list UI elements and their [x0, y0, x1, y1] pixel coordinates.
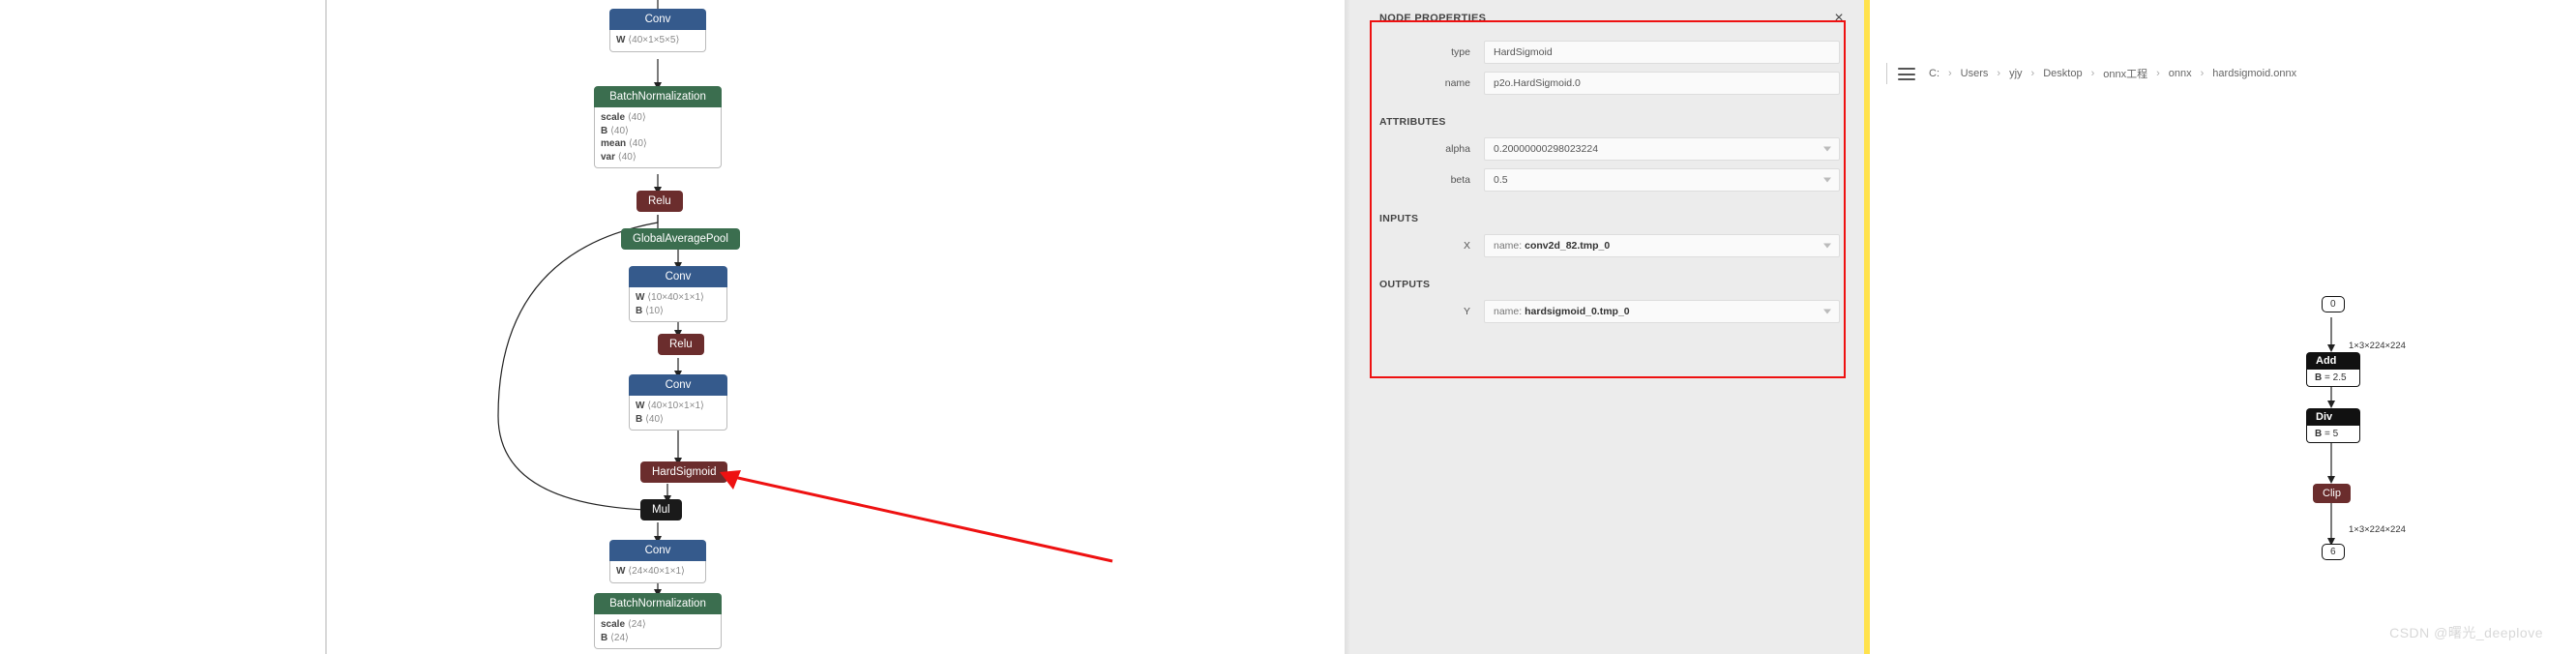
prop-value-y[interactable]: name: hardsigmoid_0.tmp_0 [1484, 300, 1840, 323]
chevron-right-icon: › [2031, 68, 2035, 79]
node-title: Conv [609, 540, 706, 561]
io-label: 0 [2322, 296, 2345, 312]
node-relu-2[interactable]: Relu [658, 334, 704, 355]
node-globalaveragepool[interactable]: GlobalAveragePool [621, 228, 740, 250]
chevron-right-icon: › [2201, 68, 2205, 79]
crumb[interactable]: onnx [2169, 68, 2192, 79]
panel-title: NODE PROPERTIES [1379, 13, 1486, 24]
node-batchnorm-2[interactable]: BatchNormalization scale ⟨24⟩ B ⟨24⟩ [594, 593, 722, 649]
left-graph-panel: Conv W ⟨40×1×5×5⟩ BatchNormalization sca… [0, 0, 1345, 654]
chevron-right-icon: › [2091, 68, 2095, 79]
crumb[interactable]: Desktop [2043, 68, 2082, 79]
node-conv-2[interactable]: Conv W ⟨10×40×1×1⟩ B ⟨10⟩ [629, 266, 727, 322]
right-node-add[interactable]: Add B = 2.5 [2306, 352, 2360, 387]
node-attrs: W ⟨24×40×1×1⟩ [609, 561, 706, 583]
node-title: Conv [629, 374, 727, 396]
section-outputs: OUTPUTS [1345, 261, 1867, 296]
chevron-right-icon: › [2156, 68, 2160, 79]
breadcrumb[interactable]: C: › Users › yjy › Desktop › onnx工程 › onnx › h… [1929, 66, 2296, 81]
tensor-shape: 1×3×224×224 [2349, 341, 2406, 351]
node-attrs: B = 5 [2306, 426, 2360, 443]
node-mul[interactable]: Mul [640, 499, 682, 520]
node-hardsigmoid[interactable]: HardSigmoid [640, 461, 727, 483]
node-conv-3[interactable]: Conv W ⟨40×10×1×1⟩ B ⟨40⟩ [629, 374, 727, 431]
node-attrs: W ⟨40×1×5×5⟩ [609, 30, 706, 52]
vertical-divider [325, 0, 327, 654]
prop-label-beta: beta [1379, 174, 1484, 186]
node-attrs: B = 2.5 [2306, 370, 2360, 387]
node-title: GlobalAveragePool [621, 228, 740, 250]
prop-value-name[interactable]: p2o.HardSigmoid.0 [1484, 72, 1840, 95]
prop-value-x[interactable]: name: conv2d_82.tmp_0 [1484, 234, 1840, 257]
crumb[interactable]: Users [1961, 68, 1989, 79]
io-label: 6 [2322, 544, 2345, 560]
crumb[interactable]: hardsigmoid.onnx [2212, 68, 2296, 79]
graph-edges [329, 0, 1345, 654]
close-icon[interactable]: × [1834, 10, 1844, 27]
node-batchnorm-1[interactable]: BatchNormalization scale ⟨40⟩ B ⟨40⟩ mea… [594, 86, 722, 168]
prop-label-x: X [1379, 240, 1484, 252]
node-title: Relu [658, 334, 704, 355]
node-title: Conv [609, 9, 706, 30]
prop-label-alpha: alpha [1379, 143, 1484, 155]
right-node-div[interactable]: Div B = 5 [2306, 408, 2360, 443]
node-relu-1[interactable]: Relu [637, 191, 683, 212]
prop-label-y: Y [1379, 306, 1484, 317]
window-divider [1864, 0, 1870, 654]
crumb[interactable]: yjy [2009, 68, 2022, 79]
onnx-graph[interactable]: Conv W ⟨40×1×5×5⟩ BatchNormalization sca… [329, 0, 1345, 654]
prop-value-beta[interactable]: 0.5 [1484, 168, 1840, 192]
crumb[interactable]: onnx工程 [2103, 66, 2147, 81]
node-attrs: scale ⟨40⟩ B ⟨40⟩ mean ⟨40⟩ var ⟨40⟩ [594, 107, 722, 168]
tensor-shape: 1×3×224×224 [2349, 524, 2406, 535]
section-attributes: ATTRIBUTES [1345, 99, 1867, 134]
node-properties-panel: NODE PROPERTIES × type HardSigmoid name … [1345, 0, 1867, 654]
right-graph-edges [1867, 252, 2576, 619]
node-title: Mul [640, 499, 682, 520]
section-inputs: INPUTS [1345, 195, 1867, 230]
node-title: HardSigmoid [640, 461, 727, 483]
right-output-node[interactable]: 6 [2322, 546, 2345, 557]
prop-value-alpha[interactable]: 0.20000000298023224 [1484, 137, 1840, 161]
crumb[interactable]: C: [1929, 68, 1939, 79]
node-title: Conv [629, 266, 727, 287]
node-attrs: W ⟨10×40×1×1⟩ B ⟨10⟩ [629, 287, 727, 322]
annotation-arrow [716, 464, 1122, 571]
node-attrs: W ⟨40×10×1×1⟩ B ⟨40⟩ [629, 396, 727, 431]
prop-value-type[interactable]: HardSigmoid [1484, 41, 1840, 64]
node-title: Add [2306, 352, 2360, 370]
node-title: BatchNormalization [594, 593, 722, 614]
node-conv-1[interactable]: Conv W ⟨40×1×5×5⟩ [609, 9, 706, 52]
node-title: Clip [2313, 484, 2351, 503]
node-title: BatchNormalization [594, 86, 722, 107]
node-title: Relu [637, 191, 683, 212]
right-netron-window: C: › Users › yjy › Desktop › onnx工程 › onnx › h… [1867, 0, 2576, 654]
hamburger-icon[interactable] [1898, 68, 1915, 80]
prop-label-type: type [1379, 46, 1484, 58]
watermark: CSDN @曙光_deeplove [2389, 623, 2543, 642]
chevron-right-icon: › [1997, 68, 2000, 79]
chevron-right-icon: › [1948, 68, 1952, 79]
right-node-clip[interactable]: Clip [2313, 484, 2351, 503]
node-conv-4[interactable]: Conv W ⟨24×40×1×1⟩ [609, 540, 706, 583]
toolbar-separator [1886, 63, 1887, 84]
node-attrs: scale ⟨24⟩ B ⟨24⟩ [594, 614, 722, 649]
node-title: Div [2306, 408, 2360, 426]
prop-label-name: name [1379, 77, 1484, 89]
right-input-node[interactable]: 0 [2322, 298, 2345, 310]
